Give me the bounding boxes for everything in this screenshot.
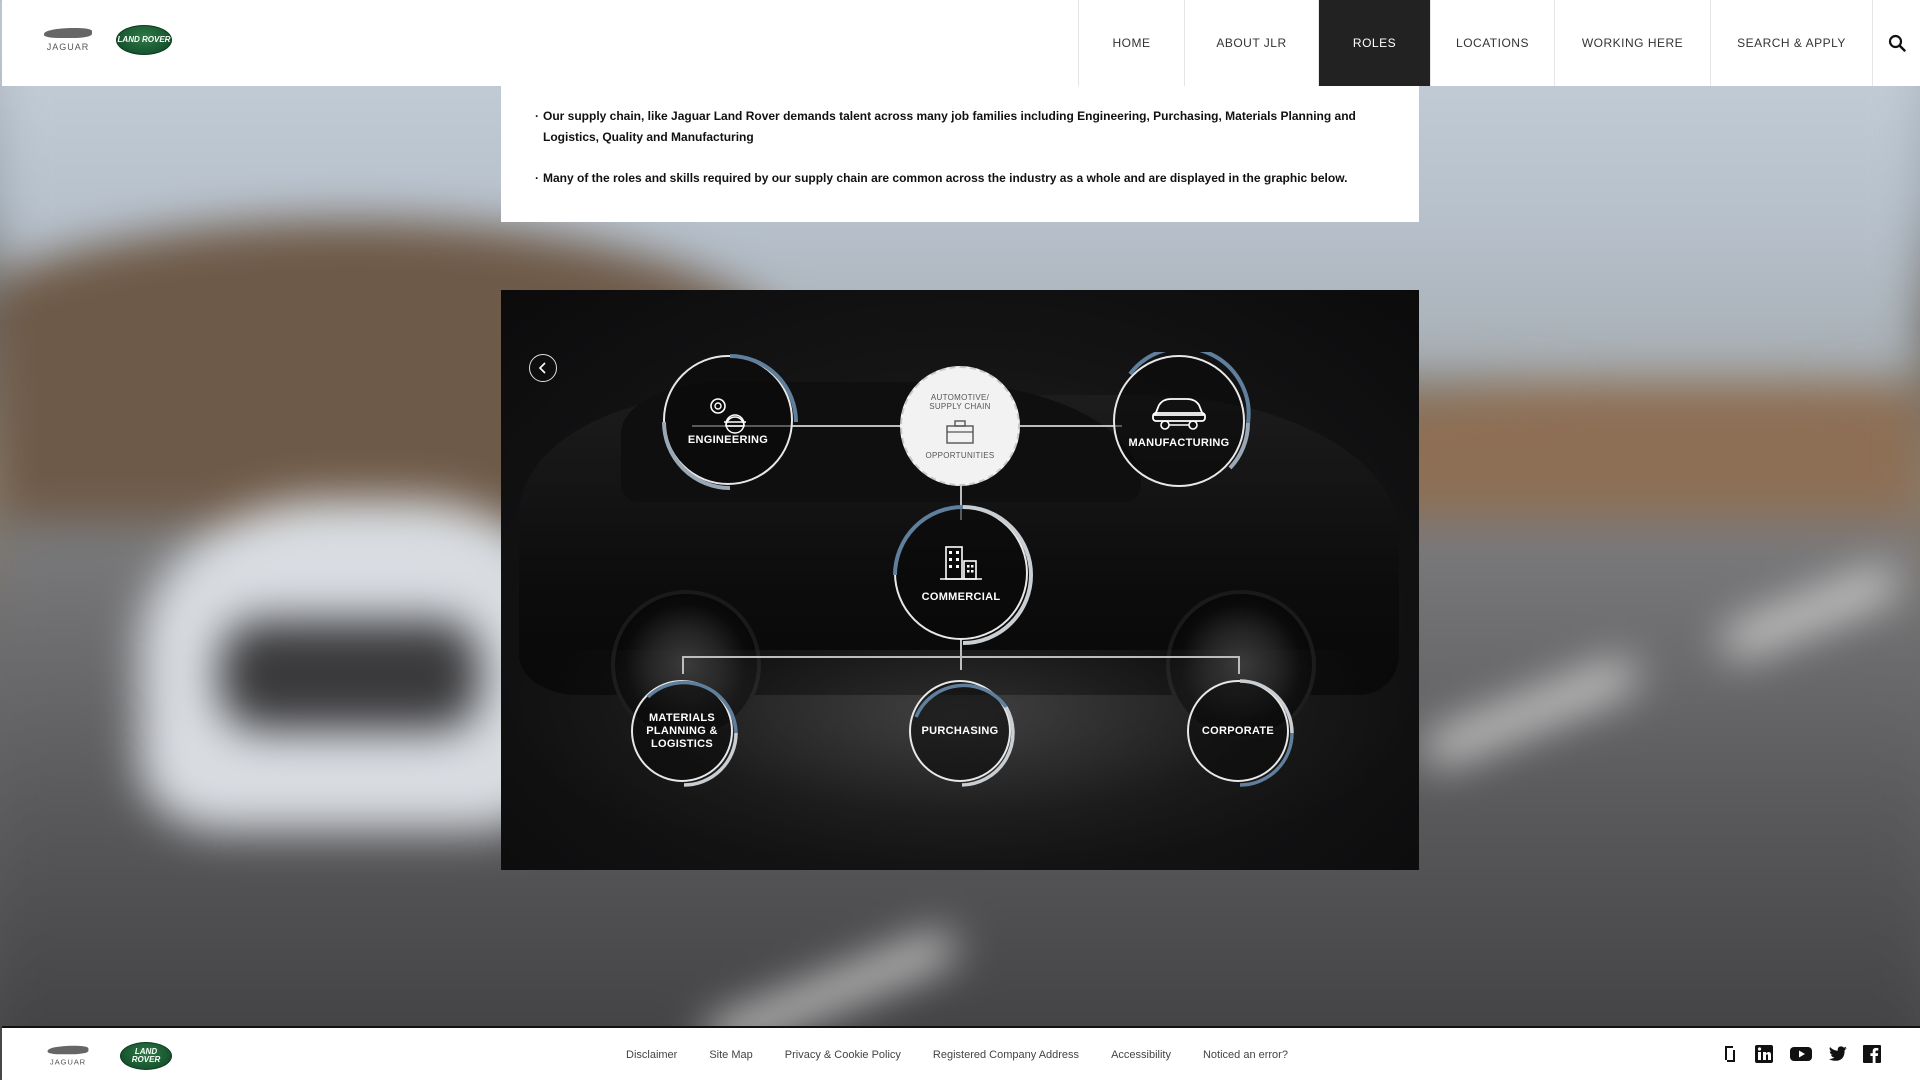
back-button[interactable] <box>529 354 557 382</box>
jaguar-wordmark: JAGUAR <box>49 1057 87 1067</box>
connector-line <box>682 656 1239 658</box>
glassdoor-icon[interactable] <box>1720 1044 1740 1064</box>
main-nav: HOME ABOUT JLR ROLES LOCATIONS WORKING H… <box>1078 0 1872 86</box>
node-engineering[interactable]: ENGINEERING <box>662 354 798 490</box>
nav-label: LOCATIONS <box>1456 36 1529 50</box>
progress-ring <box>646 680 738 787</box>
footer-link-site-map[interactable]: Site Map <box>709 1049 752 1061</box>
node-manufacturing[interactable]: MANUFACTURING <box>1113 352 1251 487</box>
nav-label: HOME <box>1112 36 1151 50</box>
nav-home[interactable]: HOME <box>1078 0 1184 86</box>
intro-bullet-text: Our supply chain, like Jaguar Land Rover… <box>543 109 1356 144</box>
nav-about-jlr[interactable]: ABOUT JLR <box>1184 0 1318 86</box>
nav-search-apply[interactable]: SEARCH & APPLY <box>1710 0 1872 86</box>
facebook-icon[interactable] <box>1862 1044 1882 1064</box>
connector-line <box>1238 656 1240 674</box>
brand-logos[interactable]: JAGUAR LAND ROVER <box>38 24 172 56</box>
node-commercial[interactable]: COMMERCIAL <box>893 505 1033 645</box>
node-opportunities[interactable]: AUTOMOTIVE/ SUPPLY CHAIN OPPORTUNITIES <box>900 366 1020 486</box>
footer-link-accessibility[interactable]: Accessibility <box>1111 1049 1171 1061</box>
progress-ring <box>1239 679 1294 787</box>
intro-bullet: · Many of the roles and skills required b… <box>535 168 1385 189</box>
intro-bullet: · Our supply chain, like Jaguar Land Rove… <box>535 106 1385 148</box>
nav-working-here[interactable]: WORKING HERE <box>1554 0 1710 86</box>
search-button[interactable] <box>1872 0 1920 86</box>
nav-label: WORKING HERE <box>1581 36 1684 50</box>
progress-ring <box>662 354 798 490</box>
footer-link-privacy-cookie-policy[interactable]: Privacy & Cookie Policy <box>785 1049 901 1061</box>
land-rover-logo[interactable]: LAND ROVER <box>116 25 172 55</box>
jaguar-wordmark: JAGUAR <box>46 42 90 52</box>
node-bottom-label: OPPORTUNITIES <box>925 450 995 460</box>
nav-label: ABOUT JLR <box>1216 36 1287 50</box>
briefcase-icon <box>946 419 974 444</box>
nav-label: ROLES <box>1352 36 1397 50</box>
nav-locations[interactable]: LOCATIONS <box>1430 0 1554 86</box>
footer-link-disclaimer[interactable]: Disclaimer <box>626 1049 677 1061</box>
search-icon <box>1888 34 1906 52</box>
intro-bullet-text: Many of the roles and skills required by… <box>543 171 1348 185</box>
jaguar-logo[interactable]: JAGUAR <box>43 1042 94 1069</box>
nav-label: SEARCH & APPLY <box>1737 36 1846 50</box>
chevron-left-icon <box>538 362 546 374</box>
nav-roles[interactable]: ROLES <box>1318 0 1430 86</box>
node-materials-planning-logistics[interactable]: MATERIALS PLANNING & LOGISTICS <box>631 680 738 787</box>
node-top-label: AUTOMOTIVE/ SUPPLY CHAIN <box>929 392 991 411</box>
land-rover-logo[interactable]: LAND ROVER <box>120 1042 172 1070</box>
progress-ring <box>1128 352 1251 470</box>
linkedin-icon[interactable] <box>1754 1044 1774 1064</box>
progress-ring <box>914 683 1015 787</box>
footer-link-noticed-an-error[interactable]: Noticed an error? <box>1203 1049 1288 1061</box>
roles-graphic: ENGINEERING AUTOMOTIVE/ SUPPLY CHAIN OPP… <box>501 290 1419 870</box>
node-purchasing[interactable]: PURCHASING <box>909 680 1015 787</box>
site-footer: JAGUAR LAND ROVER Disclaimer Site Map Pr… <box>2 1026 1920 1080</box>
connector-line <box>682 656 684 674</box>
footer-brand-logos[interactable]: JAGUAR LAND ROVER <box>38 1040 172 1072</box>
progress-ring <box>893 505 1033 645</box>
jaguar-logo[interactable]: JAGUAR <box>38 24 98 56</box>
land-rover-wordmark: LAND ROVER <box>131 1047 161 1064</box>
node-corporate[interactable]: CORPORATE <box>1187 679 1294 787</box>
footer-links: Disclaimer Site Map Privacy & Cookie Pol… <box>626 1028 1288 1080</box>
twitter-icon[interactable] <box>1828 1044 1848 1064</box>
land-rover-wordmark: LAND ROVER <box>117 35 171 44</box>
social-links <box>1720 1044 1882 1064</box>
site-header: JAGUAR LAND ROVER HOME ABOUT JLR ROLES L… <box>2 0 1920 86</box>
intro-text-panel: · Our supply chain, like Jaguar Land Rove… <box>501 86 1419 222</box>
youtube-icon[interactable] <box>1788 1044 1814 1064</box>
footer-link-registered-company-address[interactable]: Registered Company Address <box>933 1049 1079 1061</box>
